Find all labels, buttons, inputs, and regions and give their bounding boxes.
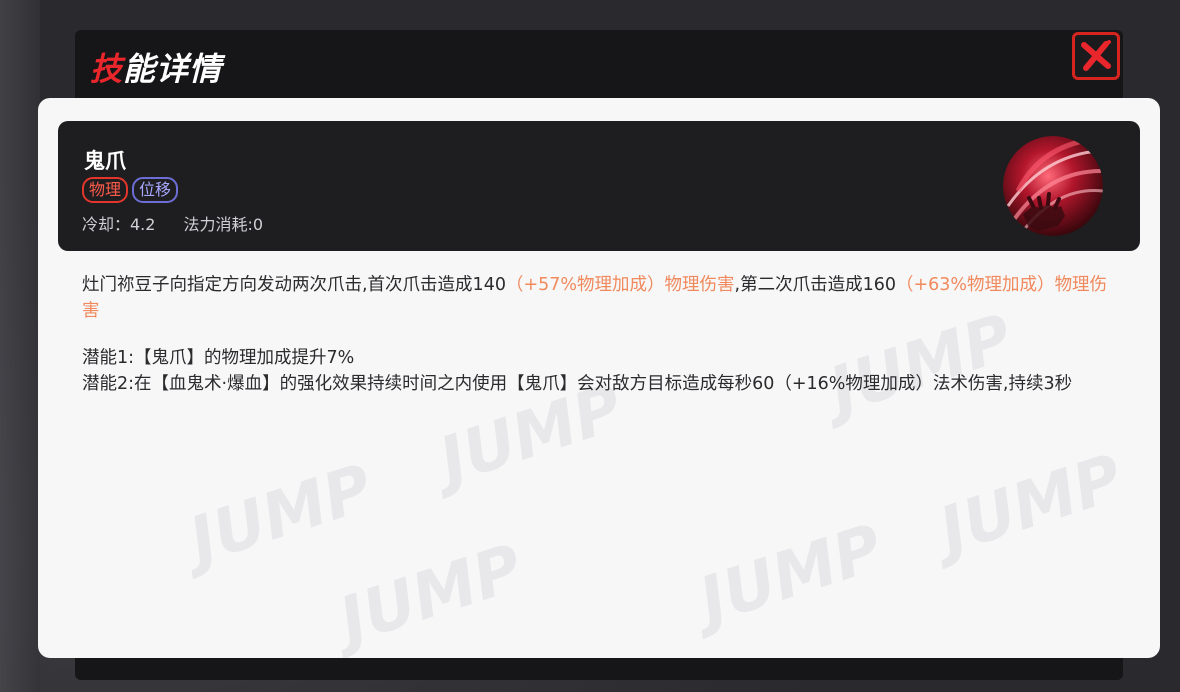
potentials-list: 潜能1:【鬼爪】的物理加成提升7% 潜能2:在【血鬼术·爆血】的强化效果持续时间… (82, 345, 1122, 397)
skill-stats: 冷却：4.2 法力消耗:0 (82, 211, 263, 235)
dialog-title-accent: 技 (90, 50, 124, 88)
dialog-title: 技能详情 (90, 44, 222, 90)
close-icon (1081, 40, 1111, 71)
dialog-title-rest: 能详情 (123, 50, 223, 88)
watermark-text: JUMP (331, 531, 532, 658)
cooldown-value: 冷却：4.2 (82, 215, 156, 234)
close-button[interactable] (1072, 32, 1120, 80)
mana-cost-value: 法力消耗:0 (183, 215, 264, 234)
skill-details-panel: JUMP JUMP JUMP JUMP JUMP JUMP 鬼爪 物理 位移 冷… (38, 98, 1160, 658)
tag-physical: 物理 (82, 177, 129, 203)
scaling-text: （+63%物理加成） (896, 275, 1055, 295)
watermark-text: JUMP (181, 451, 382, 579)
potential-item: 潜能2:在【血鬼术·爆血】的强化效果持续时间之内使用【鬼爪】会对敌方目标造成每秒… (82, 374, 1073, 394)
skill-name: 鬼爪 (84, 149, 126, 173)
scaling-text: （+57%物理加成） (505, 275, 665, 295)
damage-type-text: 物理伤害 (664, 275, 735, 295)
background-sidebar (0, 0, 40, 692)
skill-header-card: 鬼爪 物理 位移 冷却：4.2 法力消耗:0 (58, 121, 1140, 251)
watermark-text: JUMP (691, 511, 892, 639)
tag-displacement: 位移 (132, 177, 179, 203)
description-text: 灶门祢豆子向指定方向发动两次爪击,首次爪击造成140 (82, 275, 506, 295)
skill-description: 灶门祢豆子向指定方向发动两次爪击,首次爪击造成140（+57%物理加成）物理伤害… (82, 272, 1122, 324)
description-text: ,第二次爪击造成160 (734, 275, 896, 295)
skill-tags: 物理 位移 (82, 177, 179, 203)
potential-item: 潜能1:【鬼爪】的物理加成提升7% (82, 348, 355, 368)
claw-skill-icon (1003, 136, 1103, 236)
watermark-text: JUMP (931, 441, 1132, 569)
